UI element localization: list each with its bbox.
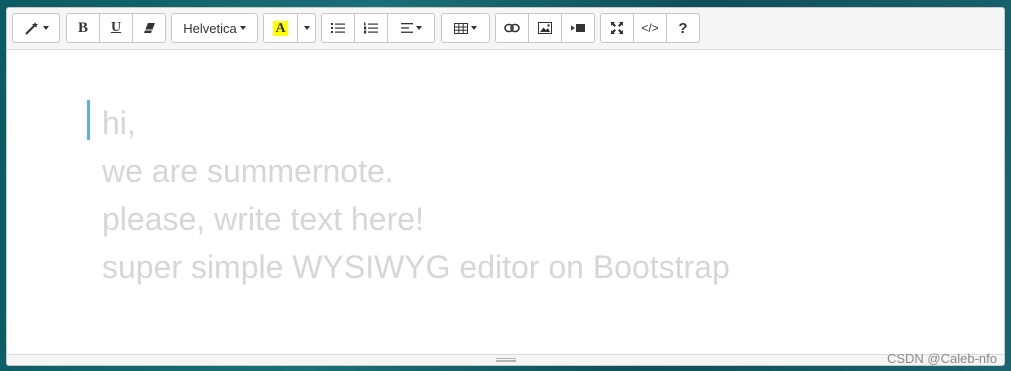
codeview-button[interactable]: </> bbox=[633, 13, 667, 43]
picture-icon bbox=[538, 22, 552, 34]
editor-line: please, write text here! bbox=[102, 201, 424, 237]
video-button[interactable] bbox=[561, 13, 595, 43]
chevron-down-icon bbox=[415, 26, 422, 30]
ordered-list-icon bbox=[364, 22, 378, 34]
paragraph-dropdown-button[interactable] bbox=[387, 13, 435, 43]
video-icon bbox=[571, 23, 585, 33]
highlight-color-label: A bbox=[273, 20, 288, 36]
insert-group bbox=[495, 13, 595, 43]
help-label: ? bbox=[678, 19, 688, 37]
underline-button[interactable]: U bbox=[99, 13, 133, 43]
table-icon bbox=[454, 22, 468, 34]
color-group: A bbox=[263, 13, 316, 43]
magic-wand-icon bbox=[24, 21, 40, 35]
editor-line: hi, bbox=[102, 105, 136, 141]
bold-button[interactable]: B bbox=[66, 13, 100, 43]
style-group bbox=[12, 13, 60, 43]
underline-label: U bbox=[110, 20, 122, 35]
chevron-down-icon bbox=[471, 26, 477, 30]
chevron-down-icon bbox=[42, 26, 49, 30]
color-dropdown-button[interactable] bbox=[297, 13, 316, 43]
table-group bbox=[441, 13, 490, 43]
chevron-down-icon bbox=[239, 26, 246, 30]
font-name-dropdown[interactable]: Helvetica bbox=[171, 13, 258, 43]
resize-statusbar[interactable] bbox=[7, 354, 1004, 365]
help-button[interactable]: ? bbox=[666, 13, 700, 43]
unordered-list-icon bbox=[331, 22, 345, 34]
editable-area[interactable]: hi, we are summernote. please, write tex… bbox=[7, 50, 1004, 355]
view-group: </> ? bbox=[600, 13, 700, 43]
eraser-icon bbox=[143, 22, 156, 34]
editor-line: we are summernote. bbox=[102, 153, 394, 189]
resize-grip-icon[interactable] bbox=[496, 358, 516, 362]
font-style-group: B U bbox=[66, 13, 166, 43]
summernote-editor: B U Helvetica A </> ? hi, we are summern… bbox=[6, 7, 1005, 366]
fullscreen-icon bbox=[611, 22, 623, 34]
link-button[interactable] bbox=[495, 13, 529, 43]
text-cursor bbox=[87, 100, 90, 140]
font-name-group: Helvetica bbox=[171, 13, 258, 43]
picture-button[interactable] bbox=[528, 13, 562, 43]
editor-line: super simple WYSIWYG editor on Bootstrap bbox=[102, 249, 730, 285]
ordered-list-button[interactable] bbox=[354, 13, 388, 43]
editor-toolbar: B U Helvetica A </> ? bbox=[7, 8, 1004, 50]
watermark: CSDN @Caleb-nfo bbox=[886, 351, 997, 366]
style-dropdown-button[interactable] bbox=[12, 13, 60, 43]
chevron-down-icon bbox=[303, 26, 310, 30]
bold-label: B bbox=[77, 19, 88, 36]
paragraph-group bbox=[321, 13, 435, 43]
font-name-label: Helvetica bbox=[183, 20, 237, 36]
link-icon bbox=[504, 23, 520, 33]
align-left-icon bbox=[400, 23, 413, 33]
recent-color-button[interactable]: A bbox=[263, 13, 298, 43]
fullscreen-button[interactable] bbox=[600, 13, 634, 43]
codeview-label: </> bbox=[641, 21, 659, 35]
unordered-list-button[interactable] bbox=[321, 13, 355, 43]
clear-format-button[interactable] bbox=[132, 13, 166, 43]
table-dropdown-button[interactable] bbox=[441, 13, 490, 43]
